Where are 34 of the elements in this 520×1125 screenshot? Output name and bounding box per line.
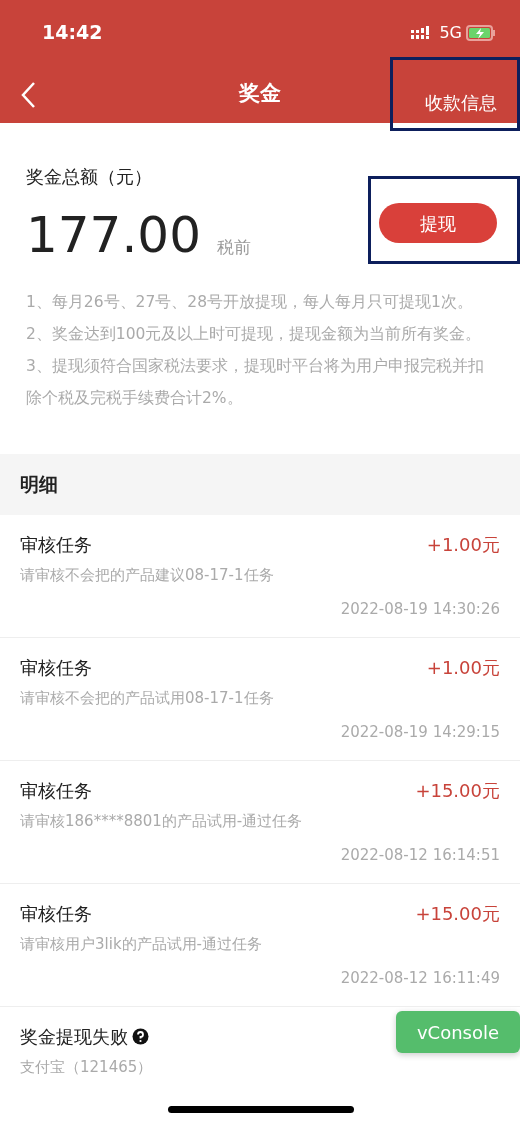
record-title: 审核任务: [20, 901, 92, 926]
record-amount: +15.00元: [415, 901, 500, 926]
pretax-note: 税前: [216, 235, 251, 259]
record-time: 2022-08-19 14:30:26: [339, 599, 500, 620]
record-description: 请审核不会把的产品建议08-17-1任务: [20, 564, 275, 586]
page-title: 奖金: [239, 80, 281, 108]
bonus-amount: 177.00: [26, 210, 201, 260]
record-description: 请审核用户3lik的产品试用-通过任务: [20, 933, 263, 955]
record-amount: +1.00元: [426, 655, 500, 680]
record-amount: +15.00元: [415, 778, 500, 803]
network-label: 5G: [439, 21, 462, 44]
record-title: 审核任务: [20, 532, 92, 557]
rule-text: 3、提现须符合国家税法要求，提现时平台将为用户申报完税并扣除个税及完税手续费合计2%。: [26, 356, 485, 409]
record-title: 奖金提现失败: [20, 1024, 128, 1049]
record-description: 请审核不会把的产品试用08-17-1任务: [20, 687, 275, 709]
record-time: 2022-08-12 16:14:51: [339, 845, 500, 866]
record-title: 审核任务: [20, 655, 92, 680]
withdraw-button[interactable]: 提现: [379, 203, 497, 243]
console-button[interactable]: vConsole: [396, 1011, 520, 1053]
total-label: 奖金总额（元）: [26, 165, 153, 189]
back-button[interactable]: [20, 81, 36, 109]
help-icon: [132, 1027, 149, 1045]
rule-text: 1、每月26号、27号、28号开放提现，每人每月只可提现1次。: [26, 292, 474, 313]
record-description: 支付宝（121465）: [20, 1056, 154, 1078]
record-time: 2022-08-12 16:11:49: [339, 968, 500, 989]
battery-icon: [466, 24, 496, 41]
record-description: 请审核186****8801的产品试用-通过任务: [20, 810, 304, 832]
record-time: 2022-08-19 14:29:15: [339, 722, 500, 743]
record-title: 审核任务: [20, 778, 92, 803]
payment-info-link[interactable]: 收款信息: [390, 57, 520, 131]
rule-text: 2、奖金达到100元及以上时可提现，提现金额为当前所有奖金。: [26, 324, 483, 345]
record-amount: +1.00元: [426, 532, 500, 557]
section-heading: 明细: [0, 454, 520, 515]
status-time: 14:42: [42, 20, 103, 46]
